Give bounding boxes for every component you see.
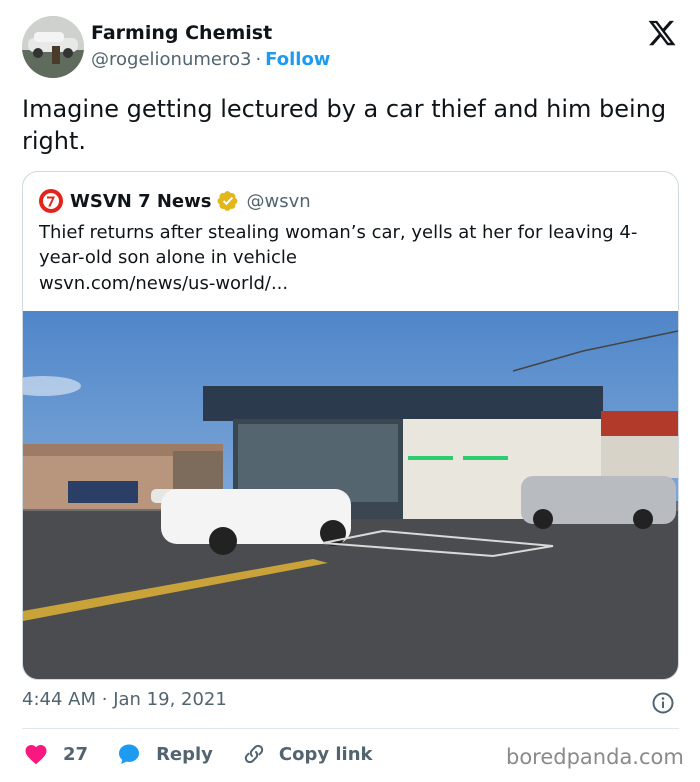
- heart-icon: [25, 745, 47, 765]
- quoted-tweet-link[interactable]: wsvn.com/news/us-world/...: [39, 271, 288, 296]
- tweet-timestamp[interactable]: 4:44 AM · Jan 19, 2021: [22, 689, 227, 710]
- tweet-text: Imagine getting lectured by a car thief …: [22, 95, 667, 155]
- like-count: 27: [63, 743, 89, 765]
- author-handle[interactable]: @rogelionumero3: [91, 49, 251, 70]
- wsvn-7-logo-icon: [40, 190, 62, 212]
- author-handle-row: @rogelionumero3 · Follow: [91, 49, 330, 70]
- quoted-author-name[interactable]: WSVN 7 News: [70, 191, 212, 212]
- verified-badge-icon: [217, 191, 237, 211]
- boredpanda-watermark: boredpanda.com: [506, 745, 684, 769]
- tweet-time: 4:44 AM: [22, 689, 96, 710]
- news-photo-parking-lot[interactable]: [23, 311, 678, 679]
- avatar-photo: [22, 16, 84, 78]
- quoted-tweet-card[interactable]: WSVN 7 News @wsvn Thief returns after st…: [22, 171, 679, 680]
- quoted-tweet-header: WSVN 7 News @wsvn: [39, 188, 311, 214]
- wsvn-avatar[interactable]: [39, 189, 63, 213]
- reply-button[interactable]: Reply: [117, 742, 213, 766]
- reply-label: Reply: [156, 743, 213, 765]
- actions-divider: [22, 728, 679, 729]
- copy-link-label: Copy link: [278, 743, 373, 765]
- copy-link-button[interactable]: Copy link: [242, 742, 373, 766]
- reply-bubble-icon: [119, 744, 140, 764]
- link-chain-icon: [244, 744, 264, 764]
- author-avatar[interactable]: [22, 16, 84, 78]
- timestamp-separator: ·: [101, 689, 108, 710]
- handle-separator: ·: [255, 49, 262, 70]
- tweet-actions-bar: 27 Reply Copy link: [22, 740, 373, 768]
- x-logo-icon[interactable]: [646, 18, 678, 48]
- quoted-author-handle[interactable]: @wsvn: [247, 191, 311, 212]
- quoted-tweet-text: Thief returns after stealing woman’s car…: [39, 222, 638, 268]
- follow-button[interactable]: Follow: [265, 49, 330, 70]
- info-icon[interactable]: [651, 691, 675, 715]
- tweet-date: Jan 19, 2021: [113, 689, 227, 710]
- author-name[interactable]: Farming Chemist: [91, 22, 272, 44]
- like-button[interactable]: 27: [24, 743, 88, 765]
